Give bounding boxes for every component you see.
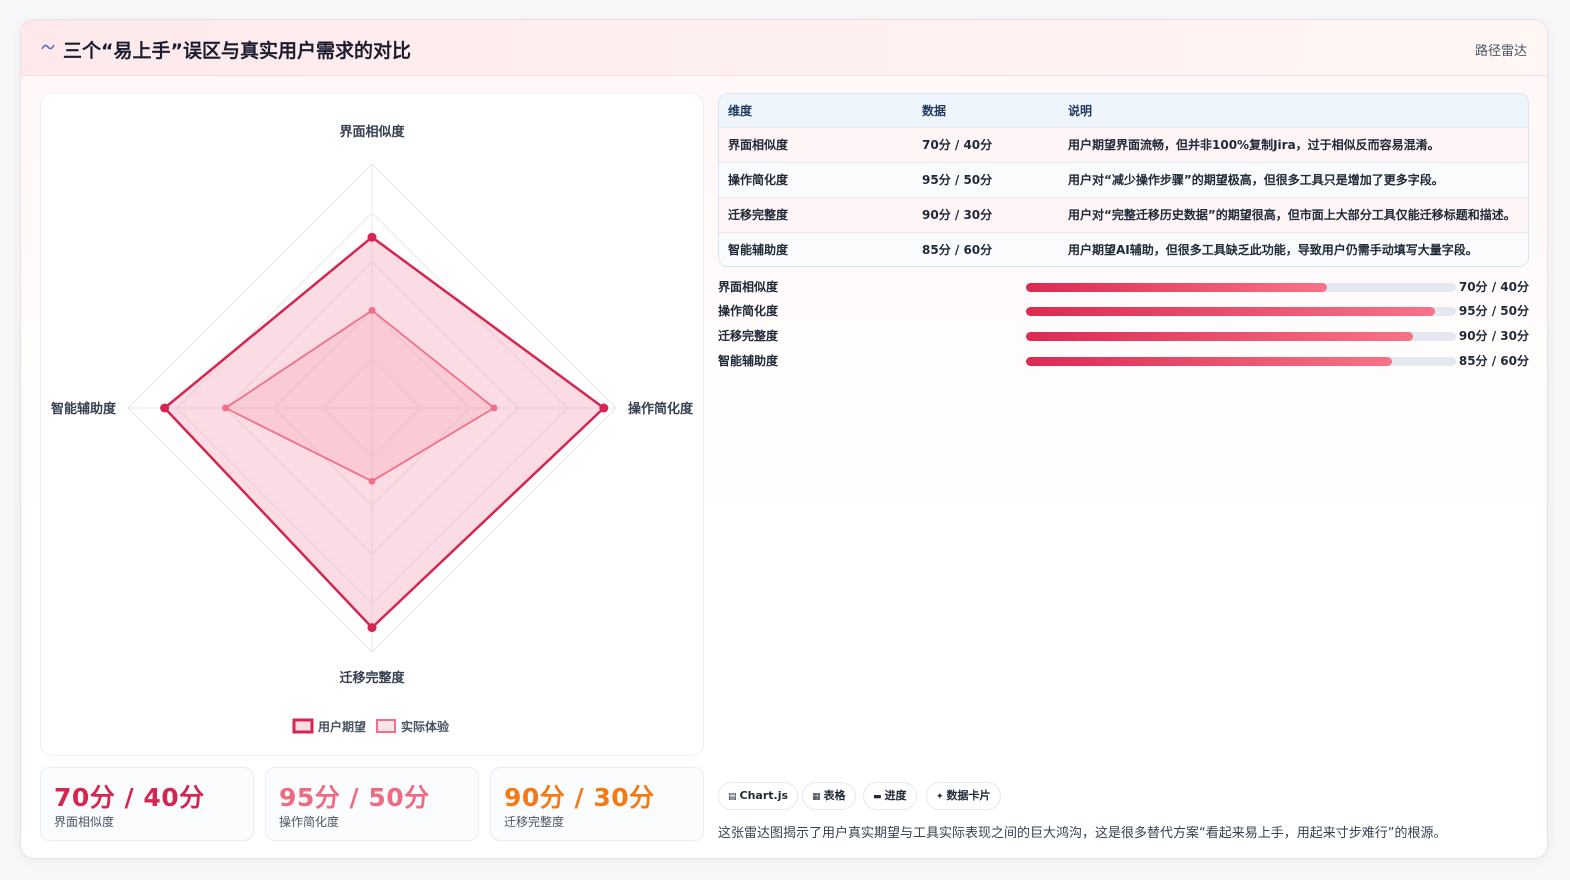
progress-track xyxy=(1026,332,1456,341)
data-point xyxy=(599,403,609,413)
progress-value: 85分 / 60分 xyxy=(1458,354,1529,368)
table-row: 迁移完整度 90分 / 30分 用户对“完整迁移历史数据”的期望很高，但市面上大… xyxy=(719,197,1528,232)
legend-label: 用户期望 xyxy=(317,719,366,734)
table-cell: 智能辅助度 xyxy=(728,243,789,258)
chip-label: 数据卡片 xyxy=(946,789,991,802)
radar-chart: 界面相似度操作简化度迁移完整度 智能辅助度用户期望 实际体验 xyxy=(51,124,694,734)
progress-row: 界面相似度 70分 / 40分 xyxy=(718,278,1529,296)
table-cell: 界面相似度 xyxy=(728,138,789,152)
stat-label: 界面相似度 xyxy=(54,815,115,829)
stat-card-1: 70分 / 40分 界面相似度 xyxy=(40,767,254,841)
legend-label: 实际体验 xyxy=(401,719,450,734)
stat-label: 迁移完整度 xyxy=(504,815,565,829)
data-point xyxy=(160,403,170,413)
progress-fill xyxy=(1026,283,1327,292)
chip-label: 进度 xyxy=(884,789,907,802)
axis-label: 界面相似度 xyxy=(339,124,405,140)
table-cell: 用户期望界面流畅，但并非100%复制Jira，过于相似反而容易混淆。 xyxy=(1068,138,1440,152)
page-title: 三个“易上手”误区与真实用户需求的对比 xyxy=(63,40,411,62)
progress-label: 界面相似度 xyxy=(718,280,779,294)
column-header: 数据 xyxy=(922,103,947,118)
table-cell: 90分 / 30分 xyxy=(922,208,993,222)
progress-value: 95分 / 50分 xyxy=(1458,304,1529,318)
wave-icon xyxy=(41,44,55,50)
table-icon: ▦ xyxy=(812,792,821,802)
table-cell: 70分 / 40分 xyxy=(922,138,993,152)
column-header: 维度 xyxy=(728,103,753,118)
progress-track xyxy=(1026,307,1456,316)
chip-table[interactable]: ▦ 表格 xyxy=(802,782,856,810)
data-point xyxy=(367,232,377,242)
table-cell: 操作简化度 xyxy=(728,173,789,187)
progress-fill xyxy=(1026,307,1435,316)
progress-value: 90分 / 30分 xyxy=(1458,329,1529,343)
progress-fill xyxy=(1026,332,1413,341)
stat-value: 95分 / 50分 xyxy=(279,783,430,812)
radar-chart-panel: 界面相似度操作简化度迁移完整度 智能辅助度用户期望 实际体验 xyxy=(40,93,704,756)
table-row: 界面相似度 70分 / 40分 用户期望界面流畅，但并非100%复制Jira，过… xyxy=(719,127,1528,162)
progress-track xyxy=(1026,357,1456,366)
table-header-row: 维度 数据 说明 xyxy=(719,94,1528,127)
data-point xyxy=(368,477,376,485)
table-cell: 用户对“完整迁移历史数据”的期望很高，但市面上大部分工具仅能迁移标题和描述。 xyxy=(1068,208,1516,222)
data-table: 维度 数据 说明 界面相似度 70分 / 40分 用户期望界面流畅，但并非100… xyxy=(718,93,1529,267)
header-tag: 路径雷达 xyxy=(1474,44,1527,59)
table-row: 操作简化度 95分 / 50分 用户对“减少操作步骤”的期望极高，但很多工具只是… xyxy=(719,162,1528,197)
table-cell: 85分 / 60分 xyxy=(922,243,993,258)
table-cell: 用户期望AI辅助，但很多工具缺乏此功能，导致用户仍需手动填写大量字段。 xyxy=(1068,243,1478,258)
progress-label: 智能辅助度 xyxy=(718,354,779,368)
progress-label: 迁移完整度 xyxy=(718,329,779,343)
stat-value: 90分 / 30分 xyxy=(504,783,655,812)
chip-progress[interactable]: ▬ 进度 xyxy=(863,782,917,810)
data-point xyxy=(490,404,498,412)
progress-row: 迁移完整度 90分 / 30分 xyxy=(718,327,1529,345)
progress-row: 智能辅助度 85分 / 60分 xyxy=(718,352,1529,370)
progress-list: 界面相似度 70分 / 40分 操作简化度 95分 / 50分 迁移完整度 90… xyxy=(718,278,1529,378)
chip-label: Chart.js xyxy=(739,789,789,802)
main-card: 三个“易上手”误区与真实用户需求的对比 路径雷达 界面相似度 操作简化度 迁移完整度… xyxy=(20,19,1548,859)
sparkle-icon: ✦ xyxy=(936,792,944,802)
stat-value: 70分 / 40分 xyxy=(54,783,205,812)
axis-label: 操作简化度 xyxy=(628,401,694,417)
chip-chartjs[interactable]: ▤ Chart.js xyxy=(718,782,799,810)
chip-data-card[interactable]: ✦ 数据卡片 xyxy=(926,782,1001,810)
footnote: 这张雷达图揭示了用户真实期望与工具实际表现之间的巨大鸿沟，这是很多替代方案“看起… xyxy=(718,826,1447,841)
stat-card-3: 90分 / 30分 迁移完整度 xyxy=(490,767,704,841)
chart-icon: ▤ xyxy=(728,792,737,802)
legend-swatch xyxy=(292,718,314,734)
axis-label: 迁移完整度 xyxy=(339,670,405,686)
progress-fill xyxy=(1026,357,1392,366)
card-header: 三个“易上手”误区与真实用户需求的对比 路径雷达 xyxy=(21,20,1547,76)
stat-label: 操作简化度 xyxy=(279,815,340,829)
data-point xyxy=(367,623,377,633)
axis-label: 智能辅助度 xyxy=(51,401,117,417)
table-row: 智能辅助度 85分 / 60分 用户期望AI辅助，但很多工具缺乏此功能，导致用户… xyxy=(719,232,1528,266)
table-cell: 用户对“减少操作步骤”的期望极高，但很多工具只是增加了更多字段。 xyxy=(1068,173,1444,187)
stat-cards: 70分 / 40分 界面相似度 95分 / 50分 操作简化度 90分 / 30… xyxy=(40,767,704,841)
column-header: 说明 xyxy=(1068,103,1093,118)
progress-value: 70分 / 40分 xyxy=(1458,280,1529,294)
progress-label: 操作简化度 xyxy=(718,304,779,318)
progress-track xyxy=(1026,283,1456,292)
progress-row: 操作简化度 95分 / 50分 xyxy=(718,302,1529,320)
stat-card-2: 95分 / 50分 操作简化度 xyxy=(265,767,479,841)
chip-label: 表格 xyxy=(823,789,846,802)
data-point xyxy=(368,306,376,314)
progress-icon: ▬ xyxy=(873,792,882,802)
table-cell: 95分 / 50分 xyxy=(922,173,993,187)
legend-swatch xyxy=(376,719,396,733)
data-point xyxy=(222,404,230,412)
table-cell: 迁移完整度 xyxy=(728,208,789,222)
